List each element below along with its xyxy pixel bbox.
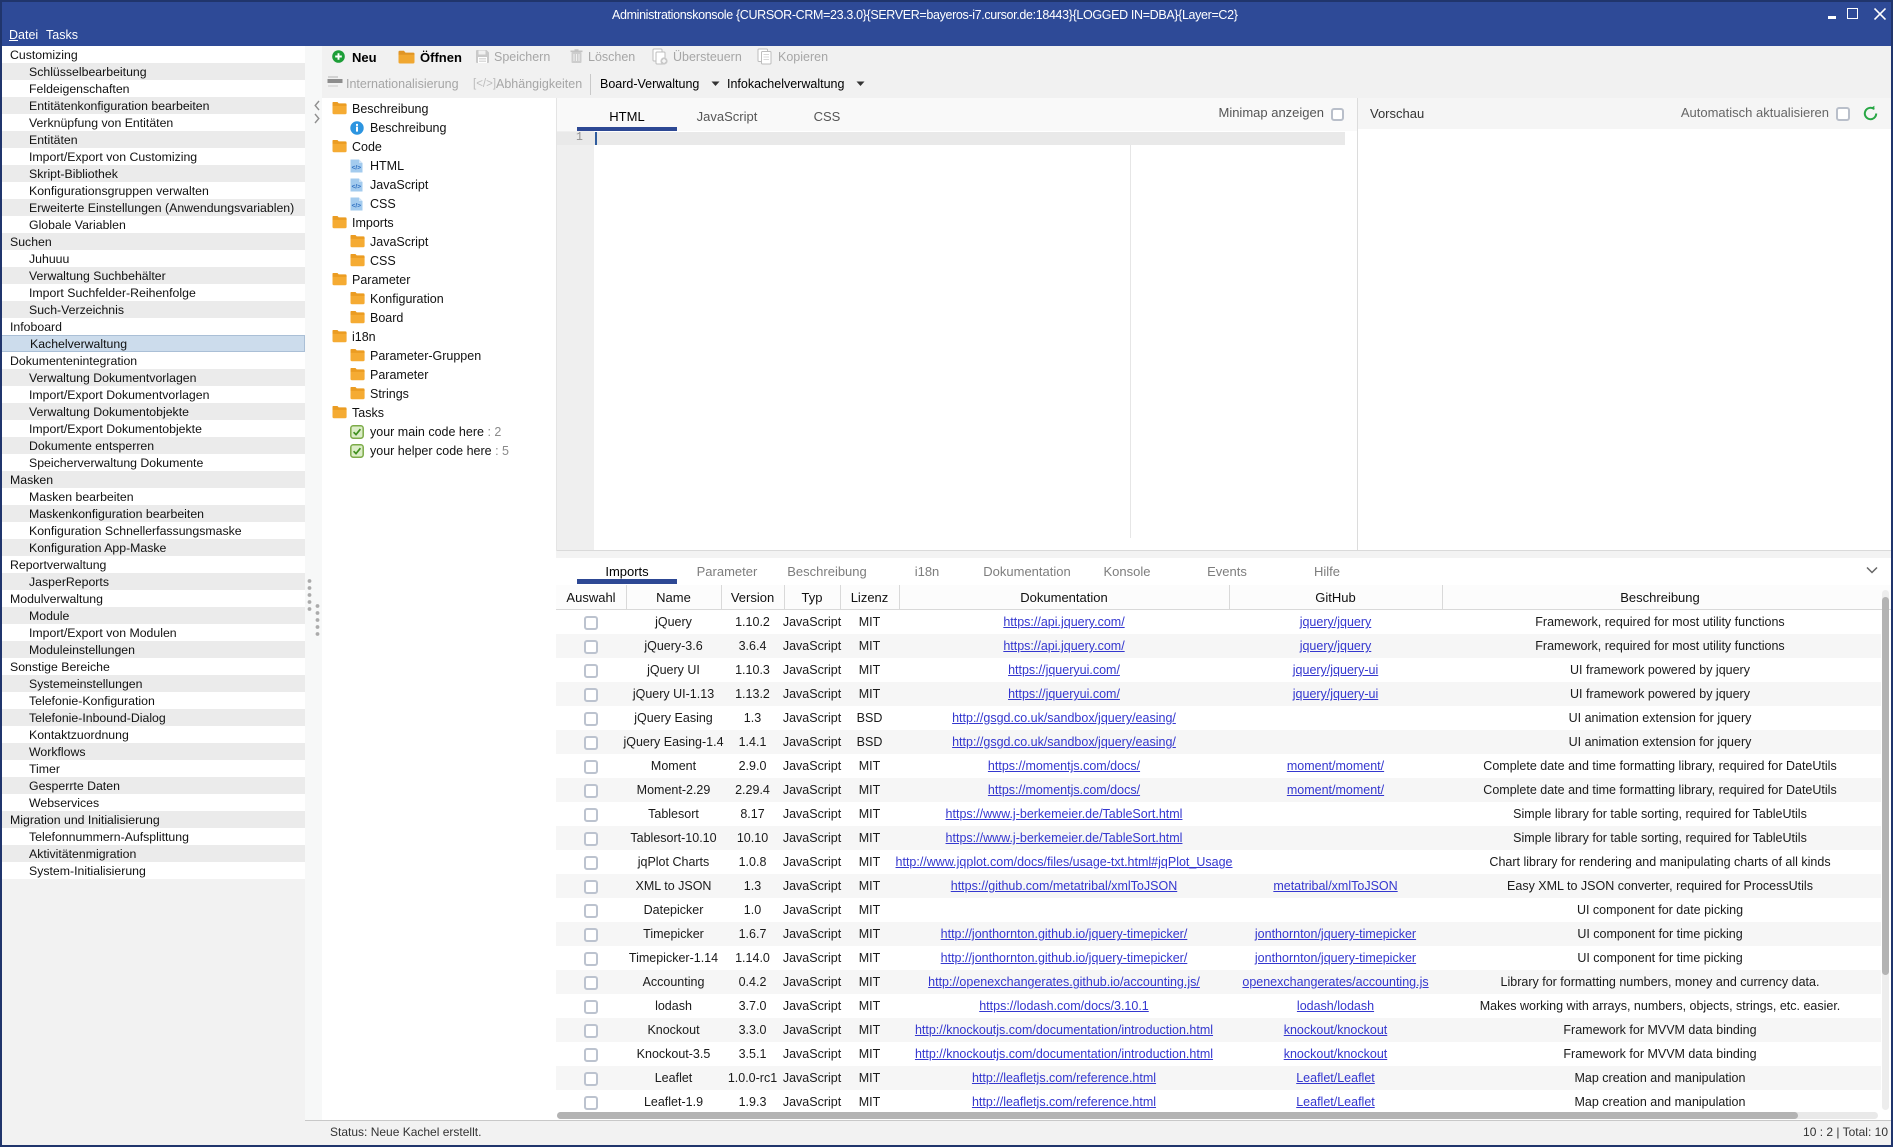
svg-text:</>: </> xyxy=(352,202,362,209)
svg-text:</>: </> xyxy=(352,164,362,171)
svg-text:</>: </> xyxy=(352,183,362,190)
